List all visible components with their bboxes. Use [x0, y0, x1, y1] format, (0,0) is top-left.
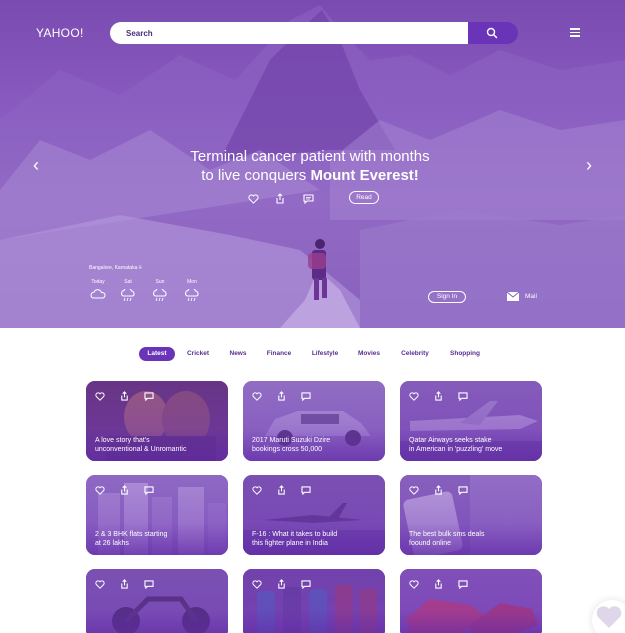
rain-cloud-icon [185, 289, 199, 302]
card-actions [95, 482, 165, 496]
heart-icon[interactable] [95, 388, 105, 406]
card-caption: 2 & 3 BHK flats starting at 26 lakhs [95, 531, 168, 547]
news-card[interactable]: 2017 Maruti Suzuki Dzire bookings cross 5… [243, 381, 385, 461]
sign-in-button[interactable]: Sign In [428, 291, 466, 303]
tab-finance[interactable]: Finance [262, 347, 296, 361]
card-actions [252, 576, 322, 590]
mail-icon [506, 291, 520, 301]
card-caption: A love story that's unconventional & Unro… [95, 437, 187, 453]
yahoo-logo[interactable]: YAHOO! [36, 26, 84, 40]
search-button[interactable] [468, 22, 518, 44]
rain-cloud-icon [153, 289, 167, 302]
comment-icon[interactable] [303, 191, 314, 209]
comment-icon[interactable] [301, 388, 311, 406]
news-card[interactable]: The best bulk sms deals foound online [400, 475, 542, 555]
weather-day: Mon [182, 279, 202, 302]
search-icon [486, 27, 498, 39]
news-card[interactable] [86, 569, 228, 633]
share-icon[interactable] [434, 388, 443, 406]
card-caption: The best bulk sms deals foound online [409, 531, 485, 547]
weather-day: Sat [118, 279, 138, 302]
chevron-left-icon[interactable]: ‹ [33, 156, 39, 174]
tab-lifestyle[interactable]: Lifestyle [308, 347, 342, 361]
card-actions [409, 482, 479, 496]
heart-icon[interactable] [409, 576, 419, 594]
favorite-floating-button[interactable] [592, 600, 625, 633]
heart-icon [596, 606, 622, 628]
tab-news[interactable]: News [225, 347, 251, 361]
heart-icon[interactable] [409, 482, 419, 500]
comment-icon[interactable] [458, 576, 468, 594]
tab-celebrity[interactable]: Celebrity [396, 347, 434, 361]
hero-headline[interactable]: Terminal cancer patient with months to l… [120, 147, 500, 185]
card-actions [95, 576, 165, 590]
card-actions [409, 576, 479, 590]
yahoo-homepage: YAHOO! Search ‹ › Terminal cancer patien… [0, 0, 625, 633]
card-caption: F-16 : What it takes to build this fighte… [252, 531, 338, 547]
tab-latest[interactable]: Latest [139, 347, 175, 361]
news-card[interactable] [243, 569, 385, 633]
heart-icon[interactable] [95, 482, 105, 500]
chevron-right-icon[interactable]: › [586, 156, 592, 174]
share-icon[interactable] [275, 191, 285, 209]
tab-movies[interactable]: Movies [354, 347, 384, 361]
share-icon[interactable] [434, 482, 443, 500]
location-label: Bangalore, Karnataka ⌾ [89, 265, 142, 271]
read-button[interactable]: Read [349, 191, 379, 204]
comment-icon[interactable] [301, 576, 311, 594]
news-card[interactable]: A love story that's unconventional & Unro… [86, 381, 228, 461]
hamburger-menu-icon[interactable] [570, 28, 580, 37]
heart-icon[interactable] [95, 576, 105, 594]
heart-icon[interactable] [252, 388, 262, 406]
share-icon[interactable] [120, 482, 129, 500]
share-icon[interactable] [277, 576, 286, 594]
comment-icon[interactable] [144, 482, 154, 500]
comment-icon[interactable] [144, 388, 154, 406]
comment-icon[interactable] [301, 482, 311, 500]
weather-day: Today [88, 279, 108, 299]
cloud-icon [90, 289, 106, 299]
search-input[interactable]: Search [110, 22, 468, 44]
share-icon[interactable] [277, 482, 286, 500]
share-icon[interactable] [434, 576, 443, 594]
card-actions [252, 482, 322, 496]
comment-icon[interactable] [144, 576, 154, 594]
heart-icon[interactable] [252, 576, 262, 594]
heart-icon[interactable] [252, 482, 262, 500]
share-icon[interactable] [120, 388, 129, 406]
weather-forecast: Today Sat Sun Mon [88, 279, 208, 309]
hero-headline-line1: Terminal cancer patient with months [190, 148, 430, 165]
share-icon[interactable] [277, 388, 286, 406]
comment-icon[interactable] [458, 388, 468, 406]
share-icon[interactable] [120, 576, 129, 594]
card-actions [95, 388, 165, 402]
rain-cloud-icon [121, 289, 135, 302]
weather-day: Sun [150, 279, 170, 302]
heart-icon[interactable] [248, 191, 259, 209]
location-pin-icon: ⌾ [138, 265, 142, 271]
card-caption: 2017 Maruti Suzuki Dzire bookings cross 5… [252, 437, 331, 453]
news-card[interactable]: F-16 : What it takes to build this fighte… [243, 475, 385, 555]
comment-icon[interactable] [458, 482, 468, 500]
tab-shopping[interactable]: Shopping [446, 347, 484, 361]
card-caption: Qatar Airways seeks stake in American in … [409, 437, 503, 453]
category-tabs: Latest Cricket News Finance Lifestyle Mo… [0, 347, 625, 361]
mail-link[interactable]: Mail [506, 291, 537, 301]
heart-icon[interactable] [409, 388, 419, 406]
hero-banner: YAHOO! Search ‹ › Terminal cancer patien… [0, 0, 625, 328]
news-card[interactable]: 2 & 3 BHK flats starting at 26 lakhs [86, 475, 228, 555]
tab-cricket[interactable]: Cricket [183, 347, 213, 361]
news-card[interactable] [400, 569, 542, 633]
news-card[interactable]: Qatar Airways seeks stake in American in … [400, 381, 542, 461]
hero-headline-line2: to live conquers Mount Everest! [201, 167, 419, 184]
card-actions [252, 388, 322, 402]
card-actions [409, 388, 479, 402]
